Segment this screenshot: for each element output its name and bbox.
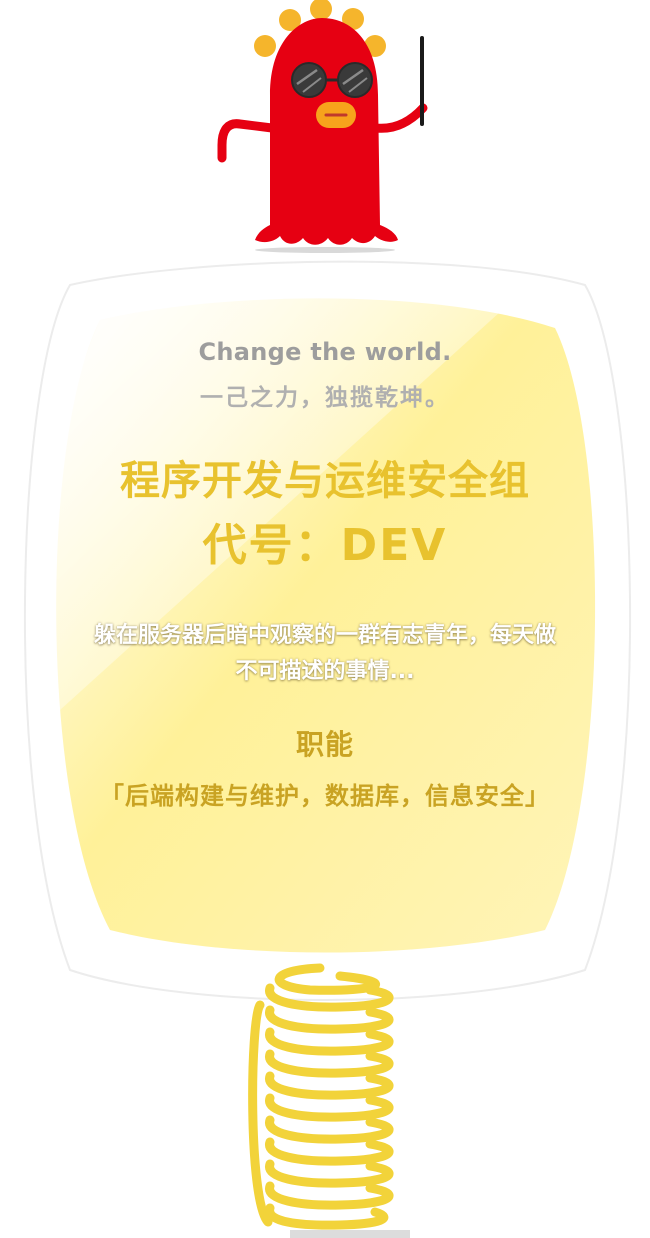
team-description: 躲在服务器后暗中观察的一群有志青年，每天做不可描述的事情... — [93, 623, 556, 684]
crown-bump — [310, 0, 332, 20]
mascot-icon — [217, 0, 428, 253]
team-name: 程序开发与运维安全组 — [120, 458, 530, 504]
team-card-scene: Change the world. 一己之力，独揽乾坤。 程序开发与运维安全组 … — [0, 0, 650, 1238]
crown-bump — [254, 35, 276, 57]
card-text: Change the world. 一己之力，独揽乾坤。 程序开发与运维安全组 … — [80, 330, 570, 817]
team-code: 代号：DEV — [202, 520, 448, 571]
slogan-english: Change the world. — [198, 338, 452, 366]
sunglass-lens — [337, 62, 373, 98]
spring-icon — [248, 963, 410, 1238]
slogan-chinese: 一己之力，独揽乾坤。 — [200, 385, 450, 411]
function-title: 职能 — [295, 727, 354, 761]
function-text: 「后端构建与维护，数据库，信息安全」 — [100, 781, 550, 810]
sunglass-lens — [291, 62, 327, 98]
